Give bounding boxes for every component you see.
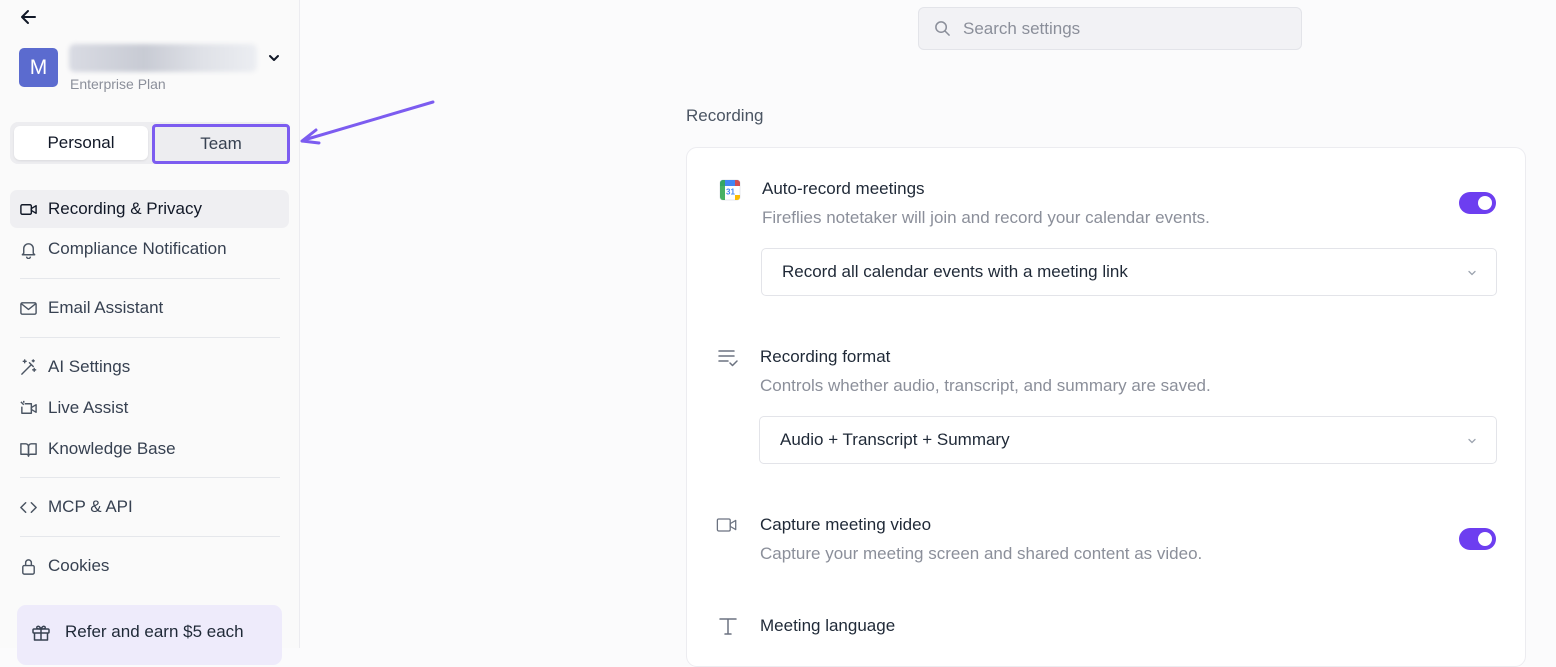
sidebar-item-recording-privacy[interactable]: Recording & Privacy (10, 190, 289, 228)
workspace-plan: Enterprise Plan (70, 76, 166, 92)
sidebar-item-label: Cookies (48, 556, 110, 575)
setting-title-auto-record: Auto-record meetings (762, 179, 925, 198)
sidebar-item-label: Live Assist (48, 398, 129, 417)
setting-desc-capture-video: Capture your meeting screen and shared c… (760, 544, 1203, 563)
sidebar-item-knowledge-base[interactable]: Knowledge Base (10, 430, 289, 468)
code-icon (20, 501, 37, 513)
sidebar-item-ai-settings[interactable]: AI Settings (10, 348, 289, 386)
refer-label: Refer and earn $5 each (65, 622, 244, 641)
divider (20, 337, 280, 338)
lock-icon (22, 558, 35, 575)
mail-icon (20, 301, 37, 315)
sidebar-item-label: Knowledge Base (48, 439, 176, 458)
tab-personal[interactable]: Personal (14, 126, 148, 160)
live-video-icon (20, 400, 37, 414)
text-icon (719, 618, 737, 635)
sidebar-item-live-assist[interactable]: Live Assist (10, 389, 289, 427)
calendar-icon: 31 (719, 179, 741, 201)
refer-banner[interactable]: Refer and earn $5 each (17, 605, 282, 665)
auto-record-toggle[interactable] (1459, 192, 1496, 214)
sidebar-item-label: Compliance Notification (48, 239, 227, 258)
select-value: Record all calendar events with a meetin… (782, 262, 1128, 281)
divider (20, 536, 280, 537)
scope-toggle: Personal Team (10, 122, 290, 164)
magic-wand-icon (21, 358, 37, 375)
svg-text:31: 31 (726, 188, 735, 197)
video-icon (20, 203, 37, 215)
capture-video-toggle[interactable] (1459, 528, 1496, 550)
workspace-switcher[interactable]: M Enterprise Plan (19, 44, 289, 94)
sidebar-item-mcp-api[interactable]: MCP & API (10, 488, 289, 526)
search-input[interactable] (963, 18, 1283, 39)
sidebar: M Enterprise Plan Personal Team Recordin… (0, 0, 300, 665)
search-icon (935, 21, 950, 36)
settings-card: 31 Auto-record meetings Fireflies noteta… (686, 147, 1526, 667)
back-arrow-icon[interactable] (18, 6, 40, 28)
workspace-name-redacted (69, 44, 257, 72)
sidebar-item-cookies[interactable]: Cookies (10, 547, 289, 585)
search-box[interactable] (918, 7, 1302, 50)
sidebar-item-email-assistant[interactable]: Email Assistant (10, 289, 289, 327)
tab-team[interactable]: Team (152, 124, 290, 164)
chevron-down-icon[interactable] (267, 51, 281, 65)
sidebar-item-label: AI Settings (48, 357, 131, 376)
setting-desc-recording-format: Controls whether audio, transcript, and … (760, 376, 1211, 395)
chevron-down-icon (1468, 270, 1476, 276)
bell-icon (21, 242, 36, 259)
list-check-icon (718, 350, 738, 367)
setting-desc-auto-record: Fireflies notetaker will join and record… (762, 208, 1210, 227)
divider (20, 477, 280, 478)
annotation-arrow-icon (300, 100, 435, 145)
setting-title-recording-format: Recording format (760, 347, 891, 366)
recording-format-select[interactable]: Audio + Transcript + Summary (759, 416, 1497, 464)
sidebar-item-label: MCP & API (48, 497, 133, 516)
video-icon (716, 518, 737, 532)
setting-title-meeting-language: Meeting language (760, 616, 896, 635)
sidebar-item-label: Recording & Privacy (48, 199, 203, 218)
sidebar-item-label: Email Assistant (48, 298, 164, 317)
gift-icon (32, 625, 50, 641)
book-icon (20, 442, 37, 457)
setting-title-capture-video: Capture meeting video (760, 515, 932, 534)
auto-record-select[interactable]: Record all calendar events with a meetin… (761, 248, 1497, 296)
section-title: Recording (686, 106, 764, 125)
avatar: M (19, 48, 58, 87)
divider (20, 278, 280, 279)
select-value: Audio + Transcript + Summary (780, 430, 1010, 449)
sidebar-item-compliance-notification[interactable]: Compliance Notification (10, 230, 289, 268)
chevron-down-icon (1468, 438, 1476, 444)
